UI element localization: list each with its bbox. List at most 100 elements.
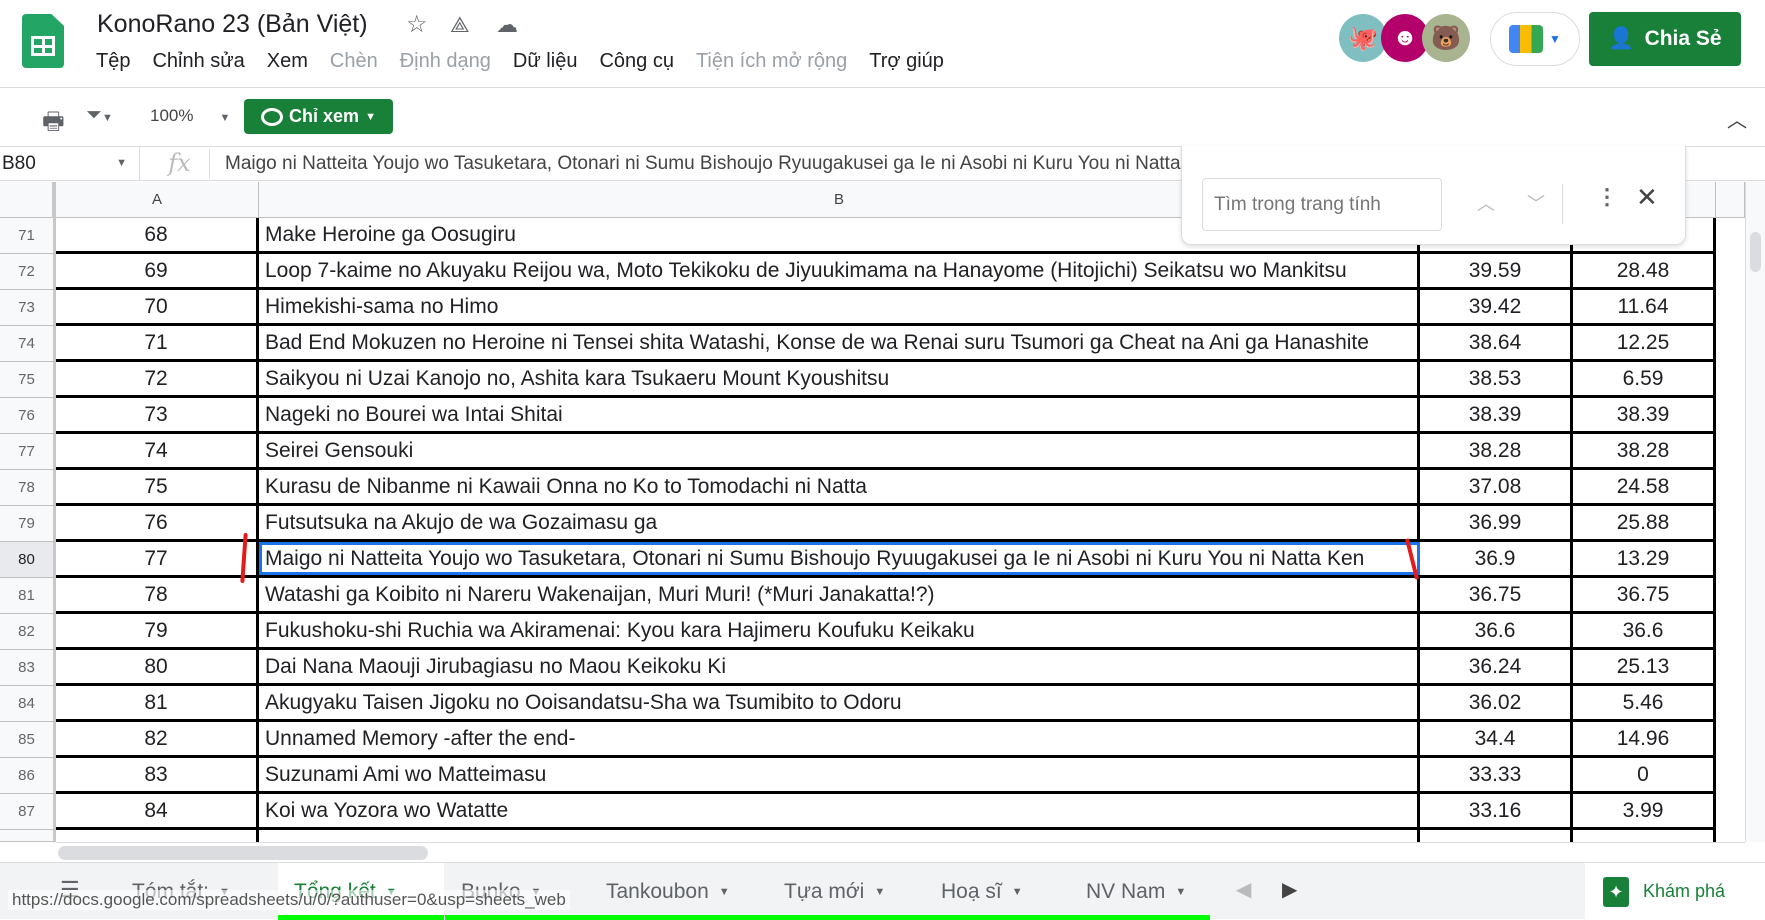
cell-a[interactable]: 76 — [56, 506, 259, 539]
cell-a[interactable]: 68 — [56, 218, 259, 251]
cell-a[interactable]: 79 — [56, 614, 259, 647]
cell-d[interactable]: 5.46 — [1573, 686, 1716, 719]
cell-b[interactable]: Maigo ni Natteita Youjo wo Tasuketara, O… — [259, 542, 1420, 575]
cell-c[interactable]: 39.59 — [1420, 254, 1573, 287]
cell-d[interactable]: 12.25 — [1573, 326, 1716, 359]
view-only-mode-button[interactable]: Chỉ xem ▼ — [244, 99, 393, 134]
formula-input[interactable]: Maigo ni Natteita Youjo wo Tasuketara, O… — [225, 153, 1181, 175]
cell-b[interactable]: Bad End Mokuzen no Heroine ni Tensei shi… — [259, 326, 1420, 359]
row-header[interactable]: 74 — [0, 326, 56, 362]
cell-c[interactable]: 36.75 — [1420, 578, 1573, 611]
cell-a[interactable]: 70 — [56, 290, 259, 323]
row-header[interactable] — [0, 830, 56, 842]
row-header[interactable]: 85 — [0, 722, 56, 758]
cell-d[interactable]: 14.96 — [1573, 722, 1716, 755]
menu-item[interactable]: Trợ giúp — [869, 50, 944, 73]
previous-result-icon[interactable]: ︿ — [1477, 190, 1495, 216]
cell-c[interactable]: 38.39 — [1420, 398, 1573, 431]
cell-a[interactable]: 83 — [56, 758, 259, 791]
cell-b[interactable]: Himekishi-sama no Himo — [259, 290, 1420, 323]
zoom-select[interactable]: 100% ▼ — [150, 106, 230, 126]
cell-b[interactable] — [259, 830, 1420, 842]
cell-a[interactable]: 77 — [56, 542, 259, 575]
cell-c[interactable]: 33.16 — [1420, 794, 1573, 827]
cell-b[interactable]: Loop 7-kaime no Akuyaku Reijou wa, Moto … — [259, 254, 1420, 287]
cell-d[interactable]: 38.28 — [1573, 434, 1716, 467]
cell-a[interactable] — [56, 830, 259, 842]
sheets-logo[interactable] — [22, 14, 64, 68]
row-header[interactable]: 77 — [0, 434, 56, 470]
row-header[interactable]: 71 — [0, 218, 56, 254]
cell-d[interactable]: 0 — [1573, 758, 1716, 791]
row-header[interactable]: 81 — [0, 578, 56, 614]
vertical-scrollbar[interactable] — [1745, 182, 1765, 842]
menu-item[interactable]: Chèn — [330, 50, 378, 73]
star-icon[interactable]: ☆ — [406, 10, 428, 39]
cell-d[interactable]: 36.75 — [1573, 578, 1716, 611]
cell-c[interactable]: 36.9 — [1420, 542, 1573, 575]
avatar[interactable]: 🐻 — [1422, 14, 1470, 62]
cell-d[interactable]: 36.6 — [1573, 614, 1716, 647]
cell-a[interactable]: 84 — [56, 794, 259, 827]
cell-a[interactable]: 82 — [56, 722, 259, 755]
horizontal-scrollbar[interactable] — [56, 842, 1745, 862]
row-header[interactable]: 80 — [0, 542, 56, 578]
cell-c[interactable]: 38.28 — [1420, 434, 1573, 467]
sheet-tab[interactable]: Tựa mới ▼ — [768, 863, 925, 920]
scroll-tabs-left-icon[interactable]: ◀ — [1236, 877, 1251, 902]
cell-c[interactable]: 36.99 — [1420, 506, 1573, 539]
cell-c[interactable]: 37.08 — [1420, 470, 1573, 503]
menu-item[interactable]: Tiện ích mở rộng — [696, 50, 847, 73]
cell-a[interactable]: 81 — [56, 686, 259, 719]
find-input[interactable] — [1202, 178, 1442, 231]
row-header[interactable]: 83 — [0, 650, 56, 686]
cloud-saved-icon[interactable]: ☁ — [496, 12, 518, 38]
cell-d[interactable]: 25.13 — [1573, 650, 1716, 683]
menu-item[interactable]: Công cụ — [599, 50, 674, 73]
cell-a[interactable]: 74 — [56, 434, 259, 467]
scroll-thumb[interactable] — [1750, 232, 1761, 272]
menu-item[interactable]: Định dạng — [400, 50, 491, 73]
cell-c[interactable]: 36.6 — [1420, 614, 1573, 647]
share-button[interactable]: 👤 Chia Sẻ — [1589, 12, 1741, 66]
cell-c[interactable]: 38.53 — [1420, 362, 1573, 395]
scroll-tabs-right-icon[interactable]: ▶ — [1282, 877, 1297, 902]
cell-b[interactable]: Watashi ga Koibito ni Nareru Wakenaijan,… — [259, 578, 1420, 611]
cell-b[interactable]: Saikyou ni Uzai Kanojo no, Ashita kara T… — [259, 362, 1420, 395]
cell-a[interactable]: 72 — [56, 362, 259, 395]
move-to-drive-icon[interactable]: ⟁ — [450, 12, 470, 38]
sheet-tab[interactable]: Hoạ sĩ ▼ — [925, 863, 1070, 920]
sheet-tab[interactable]: Tankoubon ▼ — [590, 863, 768, 920]
meet-button[interactable]: ▼ — [1490, 12, 1580, 66]
row-header[interactable]: 84 — [0, 686, 56, 722]
cell-d[interactable]: 11.64 — [1573, 290, 1716, 323]
row-header[interactable]: 76 — [0, 398, 56, 434]
cell-c[interactable]: 36.24 — [1420, 650, 1573, 683]
cell-a[interactable]: 69 — [56, 254, 259, 287]
cell-b[interactable]: Koi wa Yozora wo Watatte — [259, 794, 1420, 827]
select-all-corner[interactable] — [0, 182, 56, 218]
cell-c[interactable]: 39.42 — [1420, 290, 1573, 323]
cell-c[interactable]: 34.4 — [1420, 722, 1573, 755]
cell-b[interactable]: Seirei Gensouki — [259, 434, 1420, 467]
cell-b[interactable]: Akugyaku Taisen Jigoku no Ooisandatsu-Sh… — [259, 686, 1420, 719]
cell-a[interactable]: 78 — [56, 578, 259, 611]
cell-a[interactable]: 71 — [56, 326, 259, 359]
cell-b[interactable]: Futsutsuka na Akujo de wa Gozaimasu ga — [259, 506, 1420, 539]
cell-c[interactable] — [1420, 830, 1573, 842]
cell-d[interactable]: 25.88 — [1573, 506, 1716, 539]
menu-item[interactable]: Chỉnh sửa — [152, 50, 244, 73]
explore-button[interactable]: ✦ Khám phá — [1585, 863, 1765, 920]
row-header[interactable]: 75 — [0, 362, 56, 398]
cell-a[interactable]: 73 — [56, 398, 259, 431]
cell-c[interactable]: 33.33 — [1420, 758, 1573, 791]
next-result-icon[interactable]: ﹀ — [1527, 190, 1545, 216]
cell-b[interactable]: Fukushoku-shi Ruchia wa Akiramenai: Kyou… — [259, 614, 1420, 647]
row-header[interactable]: 82 — [0, 614, 56, 650]
cell-d[interactable]: 38.39 — [1573, 398, 1716, 431]
menu-item[interactable]: Dữ liệu — [513, 50, 578, 73]
cell-b[interactable]: Suzunami Ami wo Matteimasu — [259, 758, 1420, 791]
column-header-e[interactable] — [1716, 182, 1745, 218]
cell-a[interactable]: 80 — [56, 650, 259, 683]
document-title[interactable]: KonoRano 23 (Bản Việt) — [97, 10, 368, 39]
